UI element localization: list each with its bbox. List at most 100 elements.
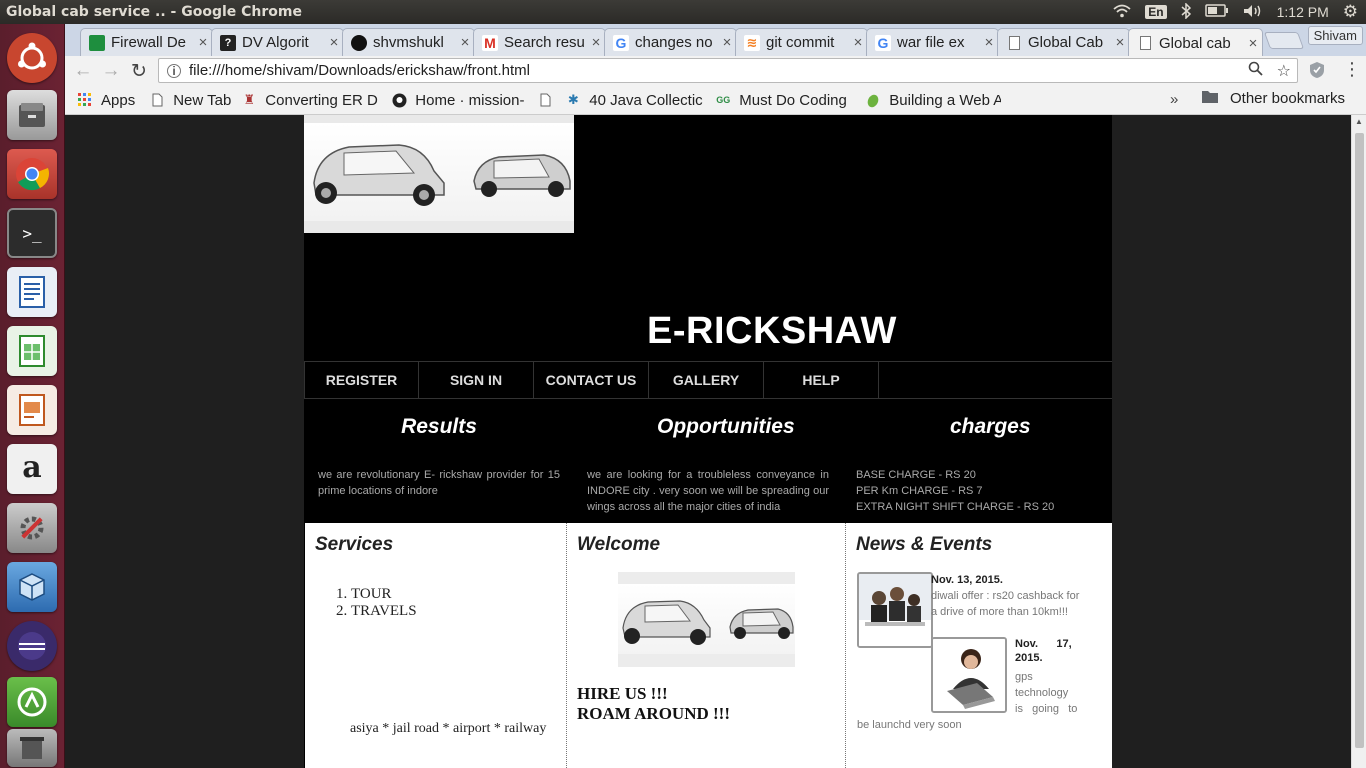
more-menu-icon[interactable]: ⋮ — [1343, 59, 1361, 80]
terminal-icon[interactable]: >_ — [7, 208, 57, 258]
bookmark-label: Other bookmarks — [1230, 90, 1346, 107]
charges-column: charges BASE CHARGE - RS 20 PER Km CHARG… — [856, 415, 1106, 515]
back-icon[interactable]: ← — [69, 60, 97, 82]
news-text-line: technology — [1015, 687, 1069, 699]
url-text[interactable]: file:///home/shivam/Downloads/erickshaw/… — [189, 62, 1248, 79]
trash-icon[interactable] — [7, 729, 57, 767]
ubuntu-dash-icon[interactable] — [7, 33, 57, 83]
tab-4[interactable]: M Search resu × — [473, 28, 606, 56]
tab-3[interactable]: shvmshukl × — [342, 28, 475, 56]
bookmark-star-icon[interactable]: ☆ — [1277, 61, 1291, 81]
nav-contact-us[interactable]: CONTACT US — [534, 362, 649, 398]
close-icon[interactable]: × — [325, 34, 343, 51]
google-icon: G — [613, 34, 629, 51]
question-icon: ? — [220, 34, 236, 51]
spring-leaf-icon — [865, 92, 881, 108]
tab-1[interactable]: Firewall De × — [80, 28, 213, 56]
tab-2[interactable]: ? DV Algorit × — [211, 28, 344, 56]
tab-label: git commit — [766, 34, 835, 51]
news-heading: News & Events — [856, 534, 993, 555]
close-icon[interactable]: × — [849, 34, 867, 51]
hire-line: ROAM AROUND !!! — [577, 704, 730, 723]
bookmark-apps[interactable]: Apps — [77, 92, 135, 109]
virtualbox-icon[interactable] — [7, 562, 57, 612]
close-icon[interactable]: × — [1111, 34, 1129, 51]
close-icon[interactable]: × — [587, 34, 605, 51]
bookmark-item[interactable]: New Tab — [149, 92, 231, 109]
system-tray: En 1:12 PM ⚙ — [1113, 1, 1366, 22]
file-manager-icon[interactable] — [7, 90, 57, 140]
keyboard-layout-indicator[interactable]: En — [1145, 5, 1167, 19]
reload-icon[interactable]: ↻ — [125, 60, 153, 83]
rickshaw-illustration — [622, 600, 794, 645]
chrome-window: Firewall De × ? DV Algorit × shvmshukl ×… — [65, 24, 1366, 768]
page-scrollbar[interactable]: ▲ — [1351, 115, 1366, 768]
scroll-up-icon[interactable]: ▲ — [1355, 117, 1363, 126]
bookmarks-overflow-icon[interactable]: » — [1170, 91, 1178, 108]
nav-help[interactable]: HELP — [764, 362, 879, 398]
charges-text: BASE CHARGE - RS 20 PER Km CHARGE - RS 7… — [856, 467, 1106, 515]
news-thumbnail-meeting — [857, 572, 933, 648]
libreoffice-writer-icon[interactable] — [7, 267, 57, 317]
info-icon[interactable]: i — [167, 63, 181, 78]
tab-label: Global cab — [1159, 34, 1231, 52]
news-text: gps technology is going to — [1015, 669, 1077, 717]
java-icon: ✱ — [567, 92, 579, 107]
close-icon[interactable]: × — [980, 34, 998, 51]
news-text: diwali offer : rs20 cashback for a drive… — [931, 590, 1080, 618]
bookmark-item[interactable]: GG Must Do Coding — [715, 92, 855, 109]
profile-button[interactable]: Shivam — [1307, 26, 1363, 45]
bookmark-label: Building a Web A — [889, 91, 1002, 109]
gear-icon[interactable]: ⚙ — [1343, 2, 1358, 22]
tab-7[interactable]: G war file ex × — [866, 28, 999, 56]
tab-9-active[interactable]: Global cab × — [1128, 28, 1263, 57]
bookmark-label: Apps — [101, 91, 136, 109]
nav-sign-in[interactable]: SIGN IN — [419, 362, 534, 398]
close-icon[interactable]: × — [718, 34, 736, 51]
browser-toolbar: ← → ↻ i file:///home/shivam/Downloads/er… — [65, 56, 1366, 86]
tab-5[interactable]: G changes no × — [604, 28, 737, 56]
bluetooth-icon[interactable] — [1181, 1, 1191, 22]
scrollbar-thumb[interactable] — [1355, 133, 1364, 748]
bookmark-label: Must Do Coding — [739, 91, 847, 109]
page-icon — [149, 92, 165, 108]
folder-icon — [1202, 90, 1218, 107]
results-heading: Results — [401, 415, 477, 438]
page-icon — [1009, 35, 1020, 50]
address-bar[interactable]: i file:///home/shivam/Downloads/ericksha… — [158, 58, 1298, 83]
news-text-line: is going to — [1015, 703, 1078, 715]
tab-6[interactable]: ≋ git commit × — [735, 28, 868, 56]
wifi-icon[interactable] — [1113, 4, 1131, 21]
battery-icon[interactable] — [1204, 4, 1229, 20]
gfg-icon: GG — [716, 95, 731, 105]
close-icon[interactable]: × — [194, 34, 212, 51]
libreoffice-impress-icon[interactable] — [7, 385, 57, 435]
nav-register[interactable]: REGISTER — [304, 362, 419, 398]
close-icon[interactable]: × — [456, 34, 474, 51]
amazon-icon[interactable]: a — [7, 444, 57, 494]
libreoffice-calc-icon[interactable] — [7, 326, 57, 376]
close-icon[interactable]: × — [1244, 35, 1262, 52]
bookmark-item[interactable]: Building a Web A — [865, 92, 1001, 109]
clock[interactable]: 1:12 PM — [1277, 4, 1329, 20]
bookmark-item[interactable]: ✱ 40 Java Collectic — [565, 92, 705, 109]
forward-icon[interactable]: → — [97, 60, 125, 82]
new-tab-button[interactable] — [1263, 32, 1305, 49]
nav-gallery[interactable]: GALLERY — [649, 362, 764, 398]
charge-line: BASE CHARGE - RS 20 — [856, 469, 976, 481]
bookmark-item[interactable]: Home · mission- — [391, 92, 529, 109]
eclipse-icon[interactable] — [7, 621, 57, 671]
volume-icon[interactable] — [1243, 4, 1263, 21]
news-thumbnail-laptop — [931, 637, 1007, 713]
tab-8[interactable]: Global Cab × — [997, 28, 1130, 56]
shield-extension-icon[interactable] — [1309, 61, 1325, 84]
zoom-icon[interactable] — [1248, 61, 1263, 81]
bookmark-item[interactable] — [537, 92, 555, 108]
github-icon — [351, 34, 367, 51]
system-settings-icon[interactable] — [7, 503, 57, 553]
opportunities-heading: Opportunities — [657, 415, 795, 438]
chrome-browser-icon[interactable] — [7, 149, 57, 199]
other-bookmarks[interactable]: Other bookmarks — [1202, 90, 1345, 107]
software-updater-icon[interactable] — [7, 677, 57, 727]
bookmark-item[interactable]: ♜ Converting ER D — [241, 92, 381, 109]
